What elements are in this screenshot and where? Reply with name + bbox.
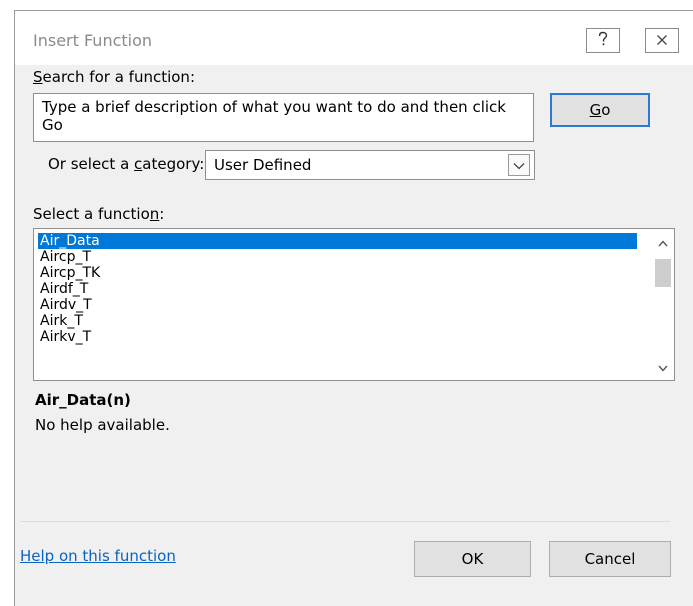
function-list-label: Select a function: <box>33 205 164 223</box>
function-item-airk-t[interactable]: Airk_T <box>38 313 637 329</box>
function-list[interactable]: Air_Data Aircp_T Aircp_TK Airdf_T Airdv_… <box>33 228 675 381</box>
function-item-airdf-t[interactable]: Airdf_T <box>38 281 637 297</box>
category-label-pre: Or select a <box>48 155 135 173</box>
dialog-title: Insert Function <box>33 31 153 50</box>
search-label-access-key: S <box>33 68 43 86</box>
search-input[interactable]: Type a brief description of what you wan… <box>33 93 534 142</box>
go-label: o <box>601 101 611 119</box>
chevron-down-icon <box>513 156 525 174</box>
function-signature: Air_Data(n) <box>35 391 131 409</box>
cancel-button[interactable]: Cancel <box>549 541 671 577</box>
function-list-scrollbar[interactable] <box>652 229 674 380</box>
function-item-airkv-t[interactable]: Airkv_T <box>38 329 637 345</box>
go-button[interactable]: Go <box>550 93 650 127</box>
function-item-air-data[interactable]: Air_Data <box>38 233 637 249</box>
search-label: Search for a function: <box>33 68 195 86</box>
function-label-access-key: n <box>149 205 160 223</box>
function-label-pre: Select a functio <box>33 205 150 223</box>
go-access-key: G <box>589 101 602 119</box>
category-dropdown[interactable]: User Defined <box>205 150 535 180</box>
close-button[interactable] <box>645 28 679 53</box>
chevron-down-icon <box>658 358 668 376</box>
help-button[interactable] <box>586 28 620 53</box>
search-label-text: earch for a function: <box>42 68 195 86</box>
footer-divider <box>20 521 670 522</box>
category-dropdown-arrow[interactable] <box>508 154 530 176</box>
function-item-aircp-tk[interactable]: Aircp_TK <box>38 265 637 281</box>
function-item-aircp-t[interactable]: Aircp_T <box>38 249 637 265</box>
scroll-thumb[interactable] <box>655 259 671 287</box>
scroll-up-button[interactable] <box>655 235 671 249</box>
function-label-post: : <box>159 205 165 223</box>
chevron-up-icon <box>658 233 668 251</box>
help-on-function-link[interactable]: Help on this function <box>20 547 176 565</box>
category-label: Or select a category: <box>48 155 204 173</box>
question-mark-icon <box>596 31 610 51</box>
category-label-post: ategory: <box>142 155 205 173</box>
title-bar: Insert Function <box>15 11 693 65</box>
close-icon <box>656 32 668 50</box>
function-item-airdv-t[interactable]: Airdv_T <box>38 297 637 313</box>
function-help-text: No help available. <box>35 416 170 434</box>
scroll-down-button[interactable] <box>655 360 671 374</box>
ok-button[interactable]: OK <box>414 541 531 577</box>
category-selected-value: User Defined <box>214 156 312 174</box>
